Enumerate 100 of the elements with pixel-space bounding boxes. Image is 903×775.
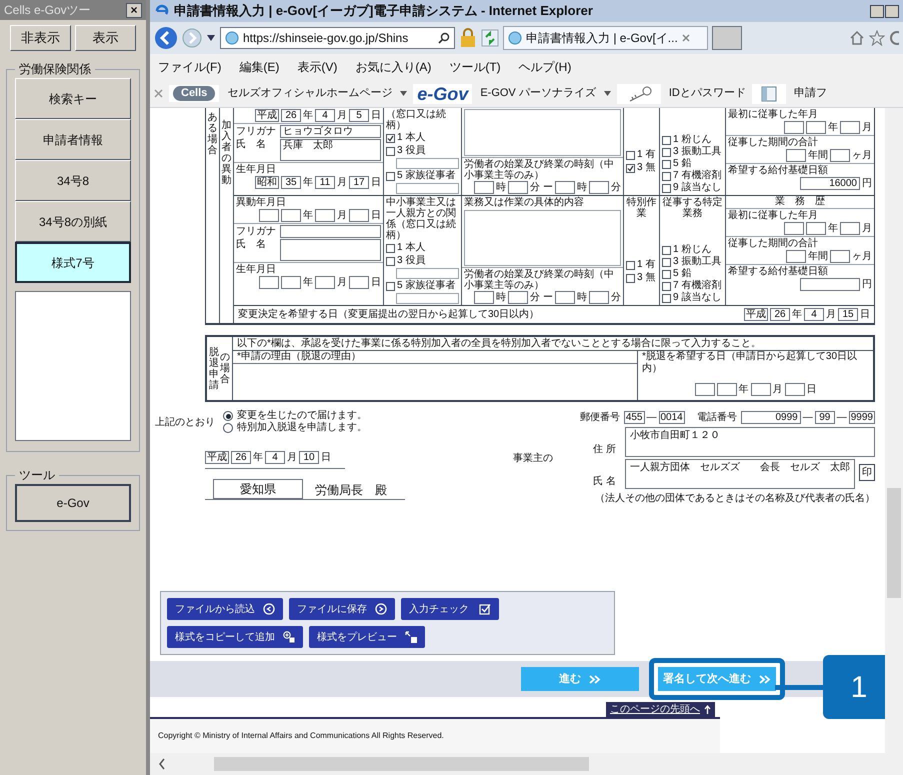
text-field[interactable]: 26 — [281, 109, 301, 122]
work-field[interactable] — [464, 210, 621, 266]
furigana-field[interactable] — [280, 225, 381, 238]
text-field[interactable] — [830, 149, 850, 162]
text-field[interactable] — [840, 222, 860, 235]
text-field[interactable]: 4 — [265, 451, 285, 464]
text-field[interactable]: 平成 — [744, 308, 768, 321]
text-field[interactable] — [474, 181, 494, 194]
text-field[interactable]: 4 — [804, 308, 824, 321]
text-field[interactable] — [784, 121, 804, 134]
furigana-field[interactable]: ヒョウゴタロウ — [280, 125, 381, 138]
close-icon[interactable] — [154, 89, 163, 98]
dropdown-icon[interactable] — [400, 91, 408, 96]
text-field[interactable]: 26 — [770, 308, 790, 321]
home-icon[interactable] — [849, 30, 865, 46]
new-tab-button[interactable] — [712, 26, 742, 50]
checkbox[interactable] — [662, 172, 671, 180]
form-button[interactable]: 申請者情報 — [15, 119, 131, 160]
checkbox[interactable] — [626, 260, 635, 270]
action-button[interactable]: ファイルから読込 — [167, 598, 283, 620]
toggle-button[interactable]: 非表示 — [10, 25, 71, 51]
text-field[interactable]: 35 — [281, 176, 301, 189]
refresh-icon[interactable] — [481, 29, 499, 47]
checkbox[interactable] — [386, 282, 395, 290]
favorite-link[interactable]: IDとパスワード — [668, 85, 746, 102]
dropdown-icon[interactable] — [206, 34, 216, 42]
text-field[interactable] — [786, 250, 806, 263]
prefecture-field[interactable]: 愛知県 — [213, 479, 303, 499]
checkbox[interactable] — [662, 258, 671, 266]
settings-icon[interactable] — [889, 30, 899, 46]
form-button[interactable]: 様式7号 — [15, 242, 131, 283]
text-field[interactable] — [508, 291, 528, 304]
text-field[interactable]: 26 — [231, 451, 251, 464]
checkbox[interactable] — [662, 270, 671, 278]
dropdown-icon[interactable] — [604, 91, 611, 96]
text-field[interactable] — [694, 383, 714, 396]
checkbox[interactable] — [662, 148, 671, 156]
close-button[interactable]: × — [126, 2, 142, 18]
browser-tab[interactable]: 申請書情報入力 | e-Gov[イ... — [503, 26, 708, 50]
text-field[interactable]: 455 — [624, 411, 644, 424]
text-field[interactable] — [830, 250, 850, 263]
text-field[interactable]: 16000 — [800, 177, 860, 190]
checkbox[interactable] — [386, 244, 395, 252]
checkbox[interactable] — [386, 172, 395, 180]
text-field[interactable] — [281, 209, 301, 222]
text-field[interactable] — [555, 291, 575, 304]
text-field[interactable] — [800, 278, 860, 291]
name-field[interactable]: 一人親方団体 セルズズ 会長 セルズ 太郎 — [625, 459, 855, 489]
text-field[interactable]: 平成 — [205, 451, 229, 464]
toggle-button[interactable]: 表示 — [75, 25, 136, 51]
text-field[interactable]: 0014 — [658, 411, 685, 424]
text-field[interactable]: 10 — [299, 451, 319, 464]
text-field[interactable] — [396, 183, 459, 194]
scroll-left-icon[interactable] — [158, 758, 166, 770]
text-field[interactable] — [555, 181, 575, 194]
menu-item[interactable]: お気に入り(A) — [355, 58, 432, 76]
text-field[interactable]: 15 — [838, 308, 858, 321]
text-field[interactable] — [259, 276, 279, 289]
name-field[interactable]: 兵庫 太郎 — [280, 139, 381, 161]
checkbox[interactable] — [386, 256, 395, 266]
text-field[interactable]: 9999 — [848, 411, 875, 424]
close-icon[interactable] — [682, 34, 690, 42]
text-field[interactable]: 99 — [814, 411, 835, 424]
page-top-link[interactable]: このページの先頭へ — [606, 702, 715, 717]
back-icon[interactable] — [154, 26, 178, 50]
text-field[interactable]: 17 — [349, 176, 369, 189]
text-field[interactable] — [589, 181, 609, 194]
e-gov-button[interactable]: e-Gov — [15, 484, 131, 522]
menu-item[interactable]: ツール(T) — [449, 58, 501, 76]
menu-item[interactable]: 編集(E) — [239, 58, 280, 76]
text-field[interactable] — [396, 158, 459, 169]
address-bar[interactable]: https://shinseie-gov.go.jp/Shins — [220, 27, 455, 49]
text-field[interactable] — [840, 121, 860, 134]
text-field[interactable] — [396, 268, 459, 279]
form-button[interactable]: 34号8 — [15, 160, 131, 201]
checkbox[interactable] — [626, 274, 635, 282]
search-icon[interactable] — [438, 32, 450, 44]
text-field[interactable] — [508, 181, 528, 194]
text-field[interactable]: 0999 — [740, 411, 801, 424]
checkbox[interactable] — [626, 150, 635, 160]
text-field[interactable] — [786, 149, 806, 162]
text-field[interactable] — [315, 209, 335, 222]
checkbox[interactable] — [626, 164, 635, 172]
radio-button[interactable] — [223, 411, 233, 421]
checkbox[interactable] — [662, 184, 671, 192]
text-field[interactable]: 平成 — [255, 109, 279, 122]
favorite-link[interactable]: 申請フ — [794, 85, 827, 102]
checkbox[interactable] — [662, 160, 671, 168]
checkbox[interactable] — [386, 134, 395, 142]
text-field[interactable] — [349, 209, 369, 222]
checkbox[interactable] — [386, 146, 395, 156]
text-field[interactable] — [396, 293, 459, 304]
action-button[interactable]: 様式をプレビュー — [309, 626, 425, 648]
action-button[interactable]: 様式をコピーして追加 — [167, 626, 303, 648]
menu-item[interactable]: ファイル(F) — [158, 58, 222, 76]
action-button[interactable]: ファイルに保存 — [289, 598, 395, 620]
work-field[interactable] — [464, 109, 621, 156]
text-field[interactable]: 昭和 — [255, 176, 279, 189]
menu-item[interactable]: ヘルプ(H) — [518, 58, 572, 76]
text-field[interactable]: 5 — [349, 109, 369, 122]
